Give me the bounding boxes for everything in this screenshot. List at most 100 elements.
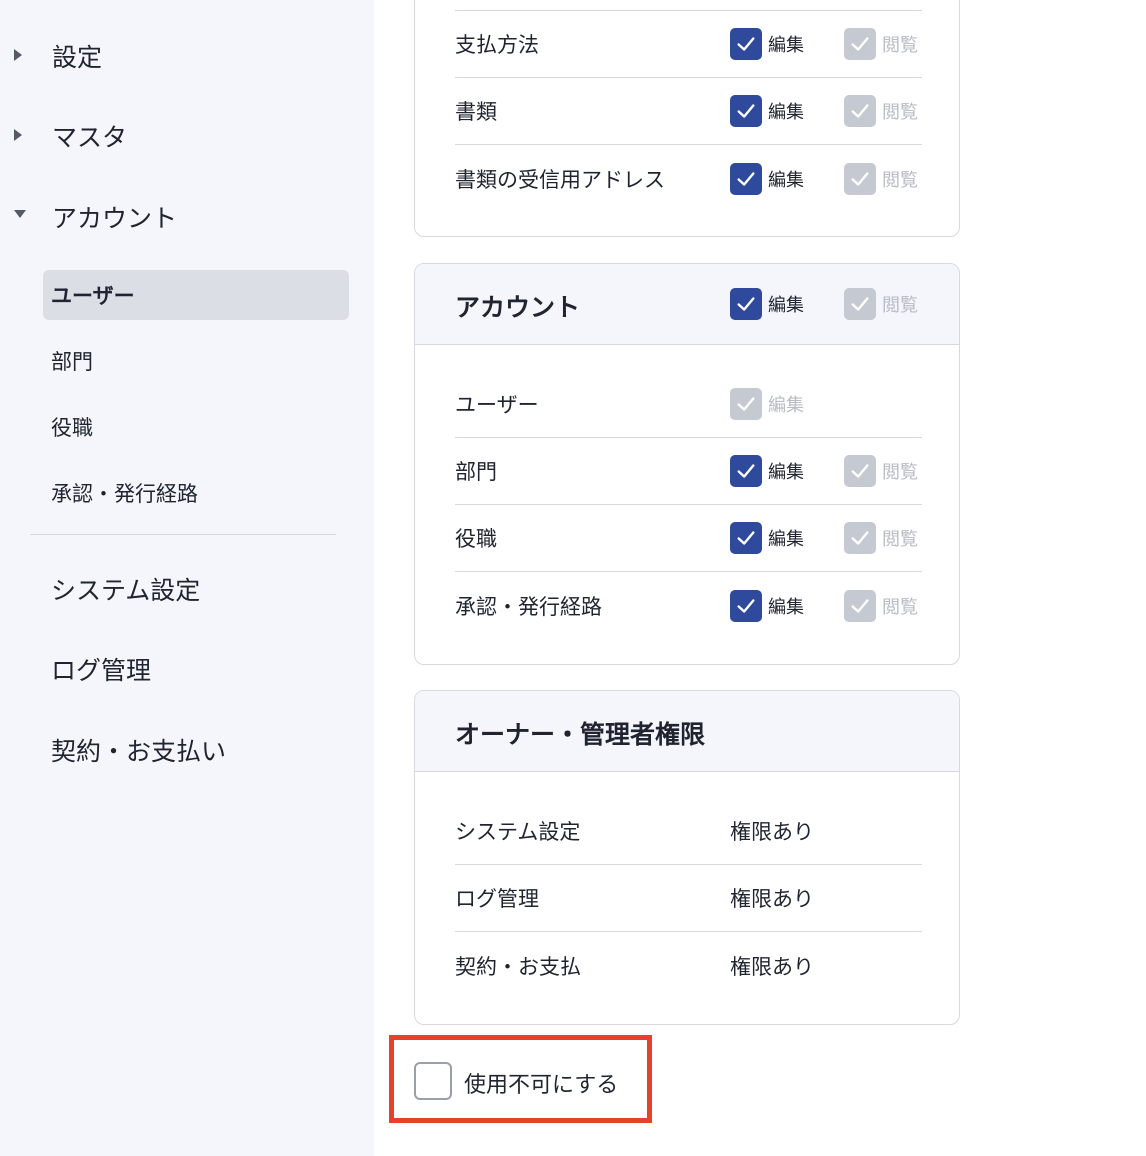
card-header: オーナー・管理者権限	[415, 691, 959, 772]
check-icon	[737, 171, 755, 186]
edit-permission[interactable]: 編集	[730, 95, 804, 127]
check-icon	[851, 104, 869, 118]
sidebar-group-label: 設定	[52, 43, 103, 72]
permission-row: ユーザー 編集	[455, 371, 922, 438]
edit-label: 編集	[768, 395, 804, 416]
sidebar-group-label: アカウント	[52, 204, 178, 233]
check-icon	[851, 531, 869, 545]
permission-row-label: 書類の受信用アドレス	[455, 167, 665, 192]
check-icon	[737, 598, 755, 613]
edit-permission[interactable]: 編集	[730, 162, 804, 195]
view-checkbox	[844, 95, 876, 127]
authority-row-label: 契約・お支払	[455, 954, 581, 979]
view-label: 閲覧	[882, 596, 918, 618]
check-icon	[737, 297, 755, 311]
check-icon	[851, 171, 869, 186]
authority-row-label: システム設定	[455, 820, 581, 844]
edit-permission[interactable]: 編集	[730, 28, 804, 60]
view-label: 閲覧	[882, 462, 918, 483]
header-view-permission: 閲覧	[844, 288, 918, 320]
permission-row: 書類 編集 閲覧	[455, 78, 922, 145]
disable-user-highlight: 使用不可にする	[389, 1035, 652, 1123]
card-title: アカウント	[455, 293, 581, 322]
authority-value: 権限あり	[730, 887, 814, 911]
view-label: 閲覧	[882, 295, 918, 316]
view-label: 閲覧	[882, 169, 918, 191]
disable-checkbox[interactable]	[414, 1062, 452, 1100]
edit-checkbox	[730, 388, 762, 420]
check-icon	[737, 531, 755, 545]
check-icon	[737, 104, 755, 118]
edit-permission[interactable]: 編集	[730, 522, 804, 554]
edit-label: 編集	[768, 529, 804, 550]
check-icon	[851, 464, 869, 478]
edit-label: 編集	[768, 295, 804, 316]
edit-permission[interactable]: 編集	[730, 455, 804, 487]
sidebar-item-position[interactable]: 役職	[43, 402, 349, 452]
view-permission: 閲覧	[844, 28, 918, 60]
permission-row-label: 承認・発行経路	[455, 594, 602, 619]
edit-checkbox[interactable]	[730, 288, 762, 320]
edit-checkbox[interactable]	[730, 28, 762, 60]
check-icon	[851, 598, 869, 613]
edit-permission: 編集	[730, 388, 804, 420]
authority-value: 権限あり	[730, 820, 814, 844]
sidebar-item-approval-route[interactable]: 承認・発行経路	[43, 468, 349, 518]
sidebar-item-department[interactable]: 部門	[43, 336, 349, 386]
check-icon	[737, 464, 755, 478]
permission-row-label: 支払方法	[455, 33, 539, 57]
edit-checkbox[interactable]	[730, 589, 762, 622]
caret-right-icon	[14, 49, 22, 61]
edit-checkbox[interactable]	[730, 162, 762, 195]
card-title: オーナー・管理者権限	[455, 720, 706, 749]
edit-label: 編集	[768, 596, 804, 618]
view-permission: 閲覧	[844, 162, 918, 195]
permission-row: 支払方法 編集 閲覧	[455, 11, 922, 78]
edit-label: 編集	[768, 102, 804, 123]
caret-right-icon	[14, 129, 22, 141]
owner-admin-card: オーナー・管理者権限 システム設定 権限あり ログ管理 権限あり 契約・お支払 …	[414, 690, 960, 1025]
authority-row: システム設定 権限あり	[455, 798, 922, 865]
view-label: 閲覧	[882, 529, 918, 550]
permission-row-label: 部門	[455, 460, 497, 484]
authority-row: 契約・お支払 権限あり	[455, 932, 922, 999]
view-checkbox	[844, 28, 876, 60]
permission-row: 役職 編集 閲覧	[455, 505, 922, 572]
permission-row-label: 役職	[455, 527, 497, 551]
authority-value: 権限あり	[730, 954, 814, 979]
disable-label[interactable]: 使用不可にする	[464, 1067, 618, 1099]
authority-row-label: ログ管理	[455, 887, 539, 911]
view-permission: 閲覧	[844, 455, 918, 487]
permission-row-label: 書類	[455, 100, 497, 124]
view-label: 閲覧	[882, 102, 918, 123]
view-checkbox	[844, 288, 876, 320]
edit-checkbox[interactable]	[730, 522, 762, 554]
sidebar-item-user[interactable]: ユーザー	[43, 270, 349, 320]
edit-label: 編集	[768, 169, 804, 191]
permission-card-top: 支払方法 編集 閲覧 書類 編集 閲覧 書類の受信用アドレス 編集 閲覧	[414, 0, 960, 237]
view-label: 閲覧	[882, 35, 918, 56]
view-permission: 閲覧	[844, 522, 918, 554]
header-edit-permission[interactable]: 編集	[730, 288, 804, 320]
view-checkbox	[844, 455, 876, 487]
sidebar-divider	[30, 534, 336, 535]
card-header: アカウント 編集 閲覧	[415, 264, 959, 345]
view-checkbox	[844, 522, 876, 554]
check-icon	[737, 37, 755, 51]
permission-row: 部門 編集 閲覧	[455, 438, 922, 505]
view-checkbox	[844, 162, 876, 195]
check-icon	[851, 297, 869, 311]
sidebar-group-label: マスタ	[52, 123, 128, 152]
edit-checkbox[interactable]	[730, 455, 762, 487]
check-icon	[737, 397, 755, 411]
view-permission: 閲覧	[844, 589, 918, 622]
edit-permission[interactable]: 編集	[730, 589, 804, 622]
authority-row: ログ管理 権限あり	[455, 865, 922, 932]
caret-down-icon	[14, 210, 26, 218]
check-icon	[851, 37, 869, 51]
sidebar-item-log-management[interactable]: ログ管理	[51, 651, 151, 687]
sidebar-item-contract-payment[interactable]: 契約・お支払い	[51, 732, 226, 768]
edit-label: 編集	[768, 462, 804, 483]
sidebar-item-system-settings[interactable]: システム設定	[51, 571, 200, 607]
edit-checkbox[interactable]	[730, 95, 762, 127]
